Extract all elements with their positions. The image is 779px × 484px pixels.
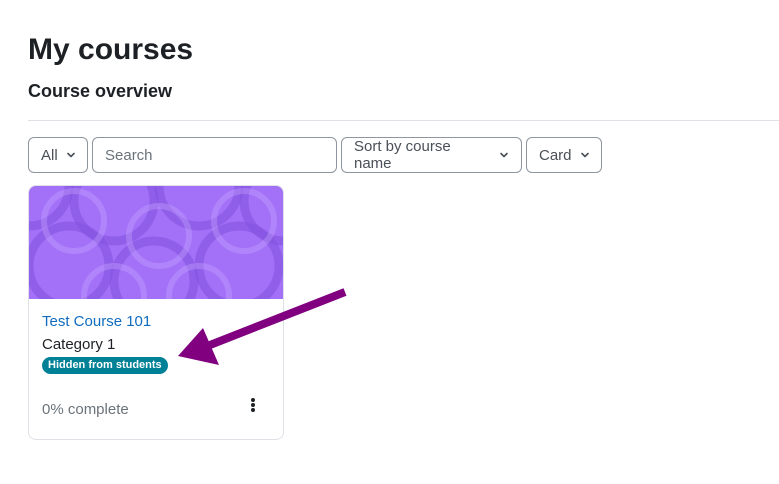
course-card: Test Course 101 Category 1 Hidden from s…: [28, 185, 284, 440]
filter-dropdown[interactable]: All: [28, 137, 88, 173]
course-actions-button[interactable]: [243, 395, 263, 419]
filter-dropdown-label: All: [41, 146, 58, 164]
course-image[interactable]: [29, 186, 283, 329]
view-dropdown[interactable]: Card: [526, 137, 602, 173]
course-progress-text: 0% complete: [42, 401, 129, 418]
page-title: My courses: [28, 33, 194, 66]
kebab-menu-icon: [250, 397, 256, 418]
sort-dropdown[interactable]: Sort by course name: [341, 137, 522, 173]
chevron-down-icon: [499, 150, 509, 160]
divider: [28, 120, 779, 121]
chevron-down-icon: [580, 150, 590, 160]
sort-dropdown-label: Sort by course name: [354, 138, 451, 172]
course-name-link[interactable]: Test Course 101: [42, 313, 151, 330]
search-input[interactable]: Search: [92, 137, 337, 173]
chevron-down-icon: [66, 150, 76, 160]
view-dropdown-label: Card: [539, 146, 572, 164]
course-category: Category 1: [42, 336, 116, 353]
section-title: Course overview: [28, 81, 173, 101]
search-placeholder: Search: [105, 146, 153, 164]
hidden-from-students-badge: Hidden from students: [42, 357, 168, 374]
